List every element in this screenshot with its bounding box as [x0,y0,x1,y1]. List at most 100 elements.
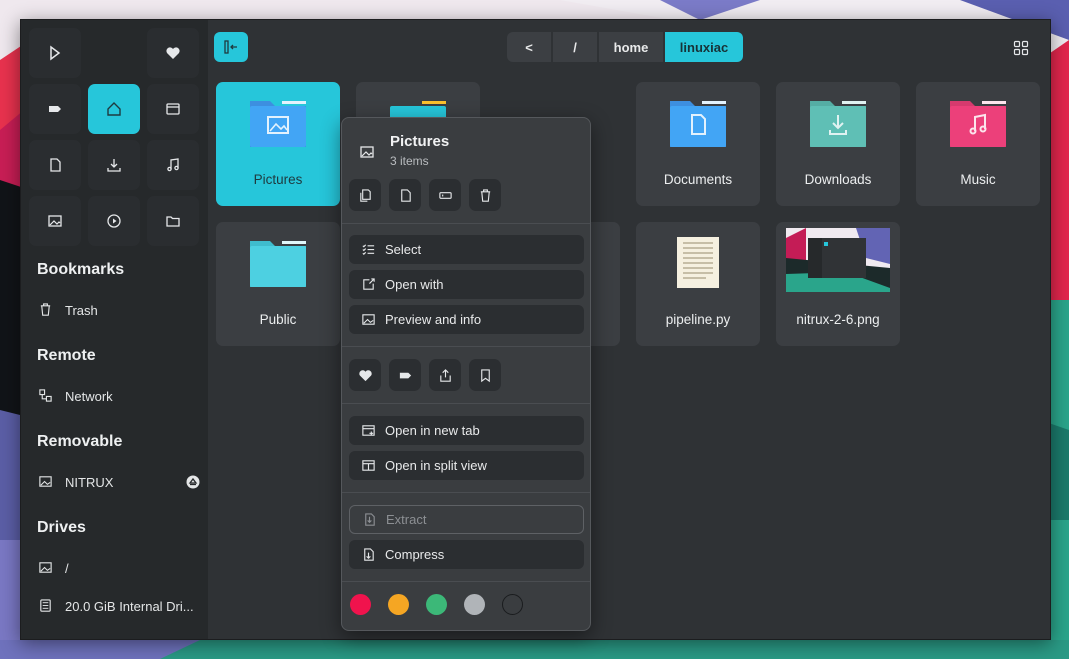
monitor-icon [166,103,180,115]
rename-button[interactable] [429,179,461,211]
sidebar-item-root[interactable]: / [31,553,201,583]
removable-heading: Removable [37,433,123,450]
recent-button[interactable] [29,28,81,78]
document-icon [50,158,61,172]
folder-icon [250,101,306,147]
sidebar-item-label: Trash [65,302,98,318]
trash-icon [38,302,54,318]
tag-icon [399,372,411,378]
menu-item-label: Open in new tab [385,423,480,438]
bookmark-button[interactable] [469,359,501,391]
color-tag-red[interactable] [350,594,371,615]
breadcrumb-home[interactable]: home [599,32,663,62]
folder-icon [670,101,726,147]
sidebar: Bookmarks Trash Remote Network Removable… [21,20,208,639]
image-icon [360,146,374,158]
divider [342,581,590,582]
color-tag-green[interactable] [426,594,447,615]
cut-button[interactable] [389,179,421,211]
music-button[interactable] [147,140,199,190]
breadcrumb-current[interactable]: linuxiac [665,32,743,62]
breadcrumb: < / home linuxiac [507,32,743,62]
drives-heading: Drives [37,519,86,536]
sidebar-item-network[interactable]: Network [31,381,201,411]
grid-view-icon [1013,40,1029,56]
file-name: nitrux-2-6.png [796,312,880,327]
documents-button[interactable] [29,140,81,190]
open-split-view-menu-item[interactable]: Open in split view [349,451,584,480]
sidebar-toggle-button[interactable] [214,32,248,62]
context-menu: Pictures 3 items Select Open with Previe… [341,117,591,631]
file-tile-pipeline[interactable]: pipeline.py [636,222,760,346]
preview-icon [361,312,376,327]
divider [342,492,590,493]
image-thumbnail [786,228,890,292]
select-menu-item[interactable]: Select [349,235,584,264]
menu-title: Pictures [390,133,450,150]
open-with-menu-item[interactable]: Open with [349,270,584,299]
videos-button[interactable] [88,196,140,246]
file-tile-music[interactable]: Music [916,82,1040,206]
sidebar-item-internal-drive[interactable]: 20.0 GiB Internal Dri... [31,591,201,621]
favorites-button[interactable] [147,28,199,78]
compress-menu-item[interactable]: Compress [349,540,584,569]
favorite-button[interactable] [349,359,381,391]
divider [342,223,590,224]
file-tile-public[interactable]: Public [216,222,340,346]
view-mode-button[interactable] [1009,36,1033,60]
menu-item-label: Compress [385,547,445,562]
file-manager-window: Bookmarks Trash Remote Network Removable… [20,19,1051,640]
file-name: Public [259,312,297,327]
file-name: Downloads [804,172,872,187]
select-list-icon [361,242,376,257]
breadcrumb-root[interactable]: / [553,32,597,62]
color-tag-none[interactable] [502,594,523,615]
home-button[interactable] [88,84,140,134]
file-name: Documents [663,172,733,187]
compress-icon [361,547,376,562]
bookmark-icon [480,368,490,382]
eject-icon[interactable] [185,474,201,490]
bookmarks-heading: Bookmarks [37,261,125,278]
open-with-icon [361,277,376,292]
drive-icon [38,474,54,490]
sidebar-item-label: / [65,560,69,576]
color-tag-orange[interactable] [388,594,409,615]
play-icon [107,214,121,228]
favorite-icon [358,369,372,381]
file-tile-pictures[interactable]: Pictures [216,82,340,206]
color-tag-gray[interactable] [464,594,485,615]
file-tile-nitrux-png[interactable]: nitrux-2-6.png [776,222,900,346]
new-tab-icon [361,423,376,438]
text-file-icon [677,237,719,288]
cut-icon [400,188,411,202]
sidebar-item-label: NITRUX [65,474,114,490]
preview-info-menu-item[interactable]: Preview and info [349,305,584,334]
open-new-tab-menu-item[interactable]: Open in new tab [349,416,584,445]
divider [342,403,590,404]
desktop-button[interactable] [147,84,199,134]
share-button[interactable] [429,359,461,391]
tag-button[interactable] [389,359,421,391]
copy-button[interactable] [349,179,381,211]
menu-subtitle: 3 items [390,154,429,168]
sidebar-item-trash[interactable]: Trash [31,295,201,325]
back-button[interactable]: < [507,32,551,62]
folder-button[interactable] [147,196,199,246]
sidebar-collapse-icon [224,40,237,54]
folder-icon [950,101,1006,147]
delete-button[interactable] [469,179,501,211]
extract-icon [362,512,377,527]
extract-menu-item[interactable]: Extract [349,505,584,534]
file-tile-downloads[interactable]: Downloads [776,82,900,206]
menu-item-label: Open in split view [385,458,487,473]
share-icon [439,368,451,382]
folder-icon [166,216,180,227]
file-tile-documents[interactable]: Documents [636,82,760,206]
tags-button[interactable] [29,84,81,134]
pictures-button[interactable] [29,196,81,246]
downloads-button[interactable] [88,140,140,190]
sidebar-item-label: 20.0 GiB Internal Dri... [65,598,194,614]
sidebar-item-nitrux[interactable]: NITRUX [31,467,201,497]
menu-item-label: Open with [385,277,444,292]
